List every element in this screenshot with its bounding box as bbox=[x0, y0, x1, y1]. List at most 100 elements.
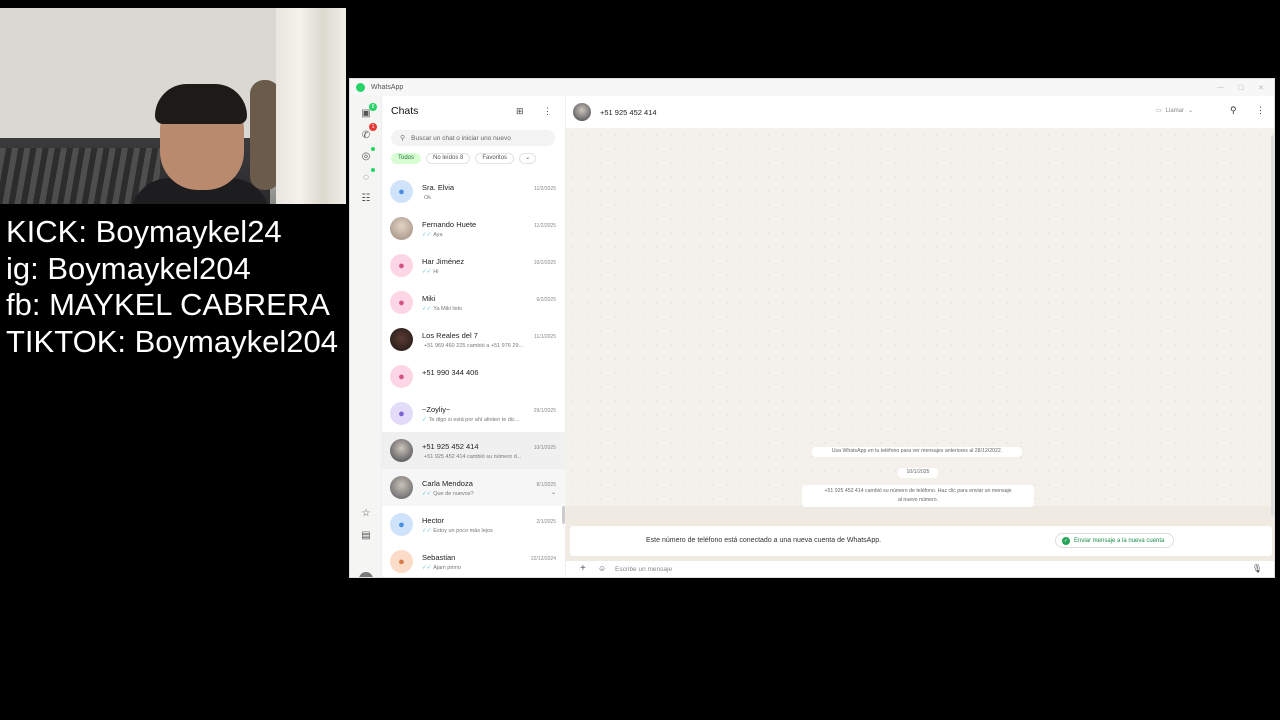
chat-preview: Que de nuevos? bbox=[433, 490, 474, 497]
chat-time: 10/2/2025 bbox=[533, 259, 556, 266]
chat-item[interactable]: ● Sebastian 22/12/2024 ✓✓ Ajam primo bbox=[382, 543, 566, 577]
call-button[interactable]: ▭ Llamar ⌄ bbox=[1156, 107, 1193, 115]
chat-list-panel: Chats ⊞ ⋮ ⚲ Buscar un chat o iniciar uno… bbox=[382, 96, 566, 577]
chat-name: +51 990 344 406 bbox=[422, 367, 479, 377]
status-dot bbox=[371, 147, 375, 151]
chat-time: 29/1/2025 bbox=[533, 407, 556, 414]
chat-item[interactable]: Carla Mendoza 8/1/2025 ✓✓ Que de nuevos? ⌄ bbox=[382, 469, 566, 506]
calls-icon[interactable]: ✆ bbox=[360, 130, 372, 142]
read-ticks-icon: ✓✓ bbox=[422, 268, 432, 275]
chat-time: 11/2/2025 bbox=[534, 222, 556, 229]
chat-preview: Te digo si está por ahí alinten te dic..… bbox=[428, 416, 520, 423]
filter-chips: Todos No leídos 8 Favoritos ⌄ bbox=[391, 153, 537, 164]
channels-icon[interactable]: ◌ bbox=[360, 172, 372, 184]
conversation-header: +51 925 452 414 ▭ Llamar ⌄ ⚲ ⋮ bbox=[566, 96, 1274, 128]
chat-item[interactable]: Fernando Huete 11/2/2025 ✓✓ Aya bbox=[382, 210, 566, 247]
whatsapp-logo-icon bbox=[356, 83, 365, 92]
message-new-account-button[interactable]: ✓ Enviar mensaje a la nueva cuenta bbox=[1055, 533, 1175, 548]
chat-name: Hector bbox=[422, 515, 445, 525]
search-placeholder: Buscar un chat o iniciar uno nuevo bbox=[411, 134, 511, 142]
social-instagram: ig: Boymaykel204 bbox=[6, 250, 251, 286]
chat-time: 10/1/2025 bbox=[533, 444, 556, 451]
avatar-placeholder-icon: ● bbox=[390, 513, 413, 536]
read-ticks-icon: ✓✓ bbox=[422, 527, 432, 534]
starred-icon[interactable]: ☆ bbox=[360, 508, 372, 520]
chat-item[interactable]: ● ~Zoyliy~ 29/1/2025 ✓ Te digo si está por… bbox=[382, 395, 566, 432]
chat-time: 8/1/2025 bbox=[536, 481, 556, 488]
nav-rail: ▣ 8 ✆ 1 ◎ ◌ ☷ ☆ ▤ bbox=[350, 96, 382, 577]
system-message-number-change[interactable]: +51 925 452 414 cambió su número de telé… bbox=[802, 485, 1034, 507]
chat-name: +51 925 452 414 bbox=[422, 441, 479, 451]
archived-icon[interactable]: ▤ bbox=[360, 530, 372, 542]
menu-icon[interactable]: ⋮ bbox=[543, 106, 552, 117]
window-title: WhatsApp bbox=[371, 84, 404, 91]
chat-items: ● Sra. Elvia 11/2/2025 Ok Fernando Huete 1… bbox=[382, 173, 566, 577]
minimize-icon[interactable]: — bbox=[1217, 84, 1224, 92]
maximize-icon[interactable]: ☐ bbox=[1238, 84, 1244, 92]
attach-plus-icon[interactable]: + bbox=[580, 563, 586, 574]
new-chat-icon[interactable]: ⊞ bbox=[516, 106, 524, 117]
contact-name[interactable]: +51 925 452 414 bbox=[600, 108, 657, 117]
read-ticks-icon: ✓✓ bbox=[422, 305, 432, 312]
chat-background: Usa WhatsApp en tu teléfono para ver men… bbox=[566, 128, 1274, 507]
chat-item[interactable]: ● Miki 6/2/2025 ✓✓ Ya Miki listo bbox=[382, 284, 566, 321]
profile-avatar[interactable] bbox=[359, 572, 373, 577]
avatar-placeholder-icon: ● bbox=[390, 365, 413, 388]
search-icon: ⚲ bbox=[400, 135, 406, 142]
system-message-line-1: +51 925 452 414 cambió su número de telé… bbox=[824, 488, 1012, 494]
chat-list-scrollbar[interactable] bbox=[562, 506, 565, 524]
chevron-down-icon[interactable]: ⌄ bbox=[551, 489, 556, 496]
system-message-line-2: al nuevo número. bbox=[897, 497, 939, 503]
status-icon[interactable]: ◎ bbox=[360, 151, 372, 163]
whatsapp-window: WhatsApp — ☐ ✕ ▣ 8 ✆ 1 ◎ ◌ ☷ ☆ ▤ Chats ⊞… bbox=[349, 78, 1275, 578]
chat-item[interactable]: ● Hector 2/1/2025 ✓✓ Estoy un poco más lej… bbox=[382, 506, 566, 543]
chat-name: Sebastian bbox=[422, 552, 456, 562]
microphone-icon[interactable]: 🎙 bbox=[1252, 564, 1262, 573]
system-message-old-messages: Usa WhatsApp en tu teléfono para ver men… bbox=[812, 447, 1022, 457]
new-account-notice: Este número de teléfono está conectado a… bbox=[570, 526, 1272, 556]
social-handles: KICK: Boymaykel24 ig: Boymaykel204 fb: M… bbox=[6, 214, 338, 360]
avatar-placeholder-icon: ● bbox=[390, 291, 413, 314]
webcam-feed bbox=[0, 8, 346, 204]
chat-item[interactable]: ● Sra. Elvia 11/2/2025 Ok bbox=[382, 173, 566, 210]
chat-time: 6/2/2025 bbox=[536, 296, 556, 303]
chat-item[interactable]: ● Har Jiménez 10/2/2025 ✓✓ Hi bbox=[382, 247, 566, 284]
chat-item[interactable]: ● +51 990 344 406 bbox=[382, 358, 566, 395]
conversation-scrollbar[interactable] bbox=[1271, 136, 1274, 516]
contact-avatar[interactable] bbox=[573, 103, 591, 121]
check-icon: ✓ bbox=[1062, 536, 1070, 545]
chat-time: 11/2/2025 bbox=[534, 185, 556, 192]
communities-icon[interactable]: ☷ bbox=[360, 193, 372, 205]
filter-more[interactable]: ⌄ bbox=[519, 153, 537, 164]
sticker-icon[interactable]: ☺ bbox=[598, 564, 606, 573]
chat-preview: +51 969 460 225 cambió a +51 976 29... bbox=[424, 342, 524, 349]
avatar bbox=[390, 476, 413, 499]
chat-name: Sra. Elvia bbox=[422, 182, 455, 192]
filter-all[interactable]: Todos bbox=[391, 153, 422, 164]
search-icon[interactable]: ⚲ bbox=[1230, 105, 1237, 116]
avatar bbox=[390, 217, 413, 240]
chat-preview: Ok bbox=[424, 194, 432, 201]
chat-name: ~Zoyliy~ bbox=[422, 404, 451, 414]
title-bar: WhatsApp — ☐ ✕ bbox=[350, 79, 1274, 96]
social-facebook: fb: MAYKEL CABRERA bbox=[6, 287, 330, 322]
close-icon[interactable]: ✕ bbox=[1258, 84, 1264, 92]
avatar-placeholder-icon: ● bbox=[390, 402, 413, 425]
avatar-placeholder-icon: ● bbox=[390, 550, 413, 573]
chat-preview: Aya bbox=[433, 231, 443, 238]
chat-preview: Ya Miki listo bbox=[433, 305, 463, 312]
chat-item-selected[interactable]: +51 925 452 414 10/1/2025 +51 925 452 414… bbox=[382, 432, 566, 469]
chat-preview: +51 925 452 414 cambió su número d... bbox=[424, 453, 522, 460]
filter-unread[interactable]: No leídos 8 bbox=[426, 153, 471, 164]
chat-item[interactable]: Los Reales del 7 11/1/2025 +51 969 460 22… bbox=[382, 321, 566, 358]
chat-time: 2/1/2025 bbox=[536, 518, 556, 525]
call-label: Llamar bbox=[1165, 107, 1185, 114]
menu-icon[interactable]: ⋮ bbox=[1256, 105, 1265, 116]
chat-time: 11/1/2025 bbox=[534, 333, 556, 340]
message-composer: + ☺ Escribe un mensaje 🎙 bbox=[566, 561, 1274, 577]
social-tiktok: TIKTOK: Boymaykel204 bbox=[6, 323, 338, 359]
message-input[interactable]: Escribe un mensaje bbox=[615, 566, 672, 573]
search-input[interactable]: ⚲ Buscar un chat o iniciar uno nuevo bbox=[391, 130, 555, 146]
chat-name: Los Reales del 7 bbox=[422, 330, 478, 340]
filter-favorites[interactable]: Favoritos bbox=[475, 153, 515, 164]
